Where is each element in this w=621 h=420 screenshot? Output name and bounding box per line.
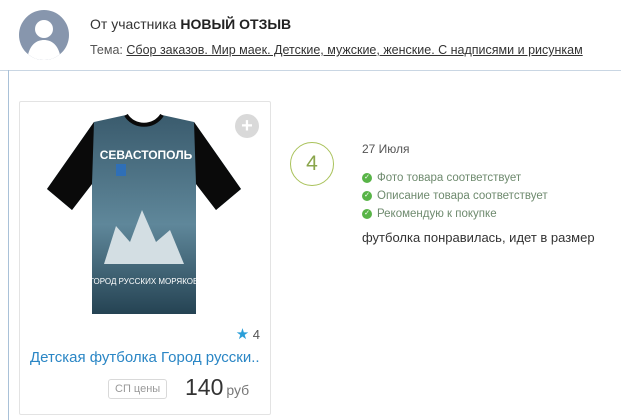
notification-prefix: От участника	[90, 16, 177, 32]
check-icon: ✓	[362, 191, 372, 201]
topic-line: Тема: Сбор заказов. Мир маек. Детские, м…	[90, 43, 583, 57]
shirt-caption-bottom: ГОРОД РУССКИХ МОРЯКОВ	[90, 277, 199, 286]
product-card[interactable]: + СЕВАСТОПОЛЬ ГОРОД РУССКИХ МОРЯКОВ ★ 4 …	[19, 101, 271, 415]
left-divider	[8, 70, 9, 420]
shirt-caption-top: СЕВАСТОПОЛЬ	[100, 148, 193, 162]
product-image[interactable]: СЕВАСТОПОЛЬ ГОРОД РУССКИХ МОРЯКОВ	[44, 114, 244, 324]
review-date: 27 Июля	[362, 142, 410, 156]
avatar[interactable]	[19, 10, 69, 60]
check-photo: ✓ Фото товара соответствует	[362, 169, 548, 187]
review-checklist: ✓ Фото товара соответствует ✓ Описание т…	[362, 169, 548, 223]
check-label: Рекомендую к покупке	[377, 208, 497, 220]
user-silhouette-icon	[27, 20, 61, 60]
check-label: Фото товара соответствует	[377, 172, 522, 184]
check-icon: ✓	[362, 173, 372, 183]
notification-type: НОВЫЙ ОТЗЫВ	[180, 16, 292, 32]
check-icon: ✓	[362, 209, 372, 219]
product-price: 140 руб	[185, 374, 249, 401]
rating-value: 4	[252, 327, 260, 342]
price-value: 140	[185, 374, 224, 400]
check-label: Описание товара соответствует	[377, 190, 548, 202]
product-title[interactable]: Детская футболка Город русски...	[30, 349, 260, 366]
price-currency: руб	[226, 382, 250, 398]
review-notification-header: От участника НОВЫЙ ОТЗЫВ Тема: Сбор зака…	[0, 0, 621, 71]
review-score: 4	[290, 142, 334, 186]
check-recommend: ✓ Рекомендую к покупке	[362, 205, 548, 223]
topic-label: Тема:	[90, 43, 123, 57]
star-icon: ★	[235, 326, 250, 343]
notification-title: От участника НОВЫЙ ОТЗЫВ	[90, 16, 291, 32]
check-description: ✓ Описание товара соответствует	[362, 187, 548, 205]
sp-price-badge: СП цены	[108, 379, 168, 399]
review-text: футболка понравилась, идет в размер	[362, 230, 595, 245]
product-rating: ★ 4	[236, 325, 260, 343]
topic-link[interactable]: Сбор заказов. Мир маек. Детские, мужские…	[126, 43, 582, 57]
